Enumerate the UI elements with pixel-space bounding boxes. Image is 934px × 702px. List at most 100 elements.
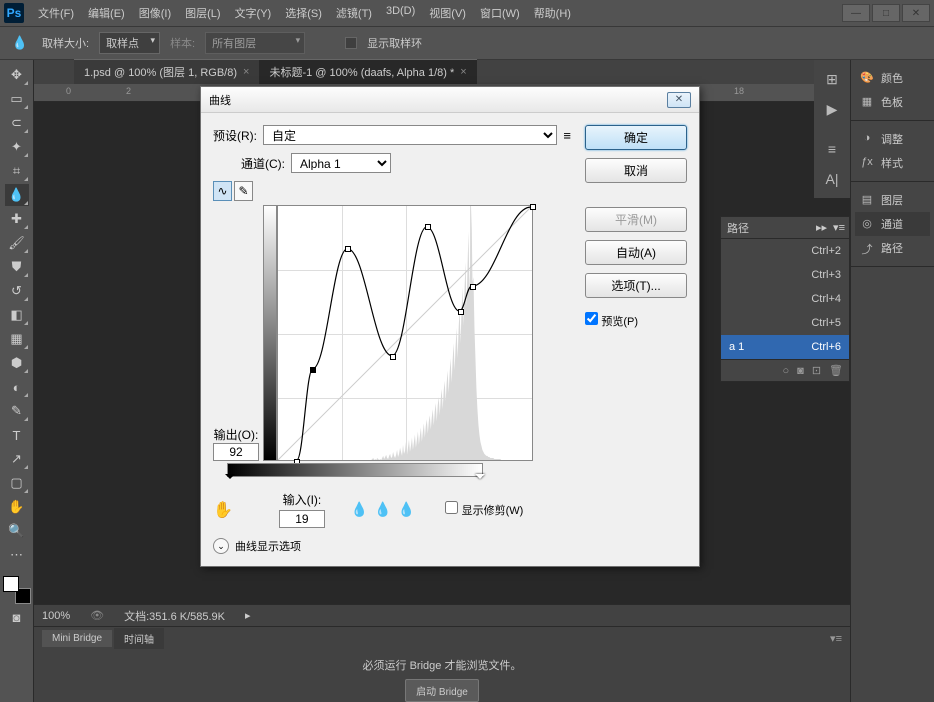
close-button[interactable]: ✕ xyxy=(902,4,930,22)
curve-point[interactable] xyxy=(390,354,396,360)
history-brush-tool[interactable]: ↺ xyxy=(5,280,29,302)
stamp-tool[interactable]: ⛊ xyxy=(5,256,29,278)
pen-tool[interactable]: ✎ xyxy=(5,400,29,422)
zoom-tool[interactable]: 🔍 xyxy=(5,520,29,542)
arrow-icon[interactable]: ▸ xyxy=(245,609,251,622)
tab-minibridge[interactable]: Mini Bridge xyxy=(42,630,112,647)
launch-bridge-button[interactable]: 启动 Bridge xyxy=(405,679,479,702)
zoom-value[interactable]: 100% xyxy=(42,610,70,622)
type-tool[interactable]: T xyxy=(5,424,29,446)
channel-row[interactable]: Ctrl+3 xyxy=(721,263,849,287)
panel-color[interactable]: 🎨颜色 xyxy=(855,66,930,90)
shape-tool[interactable]: ▢ xyxy=(5,472,29,494)
save-selection-icon[interactable]: ◙ xyxy=(797,365,804,377)
panel-menu-icon[interactable]: ▾≡ xyxy=(830,632,850,645)
horizontal-gradient[interactable] xyxy=(227,463,483,477)
panel-paths[interactable]: ⤴路径 xyxy=(855,236,930,260)
show-clip-checkbox[interactable] xyxy=(445,501,458,514)
curve-point[interactable] xyxy=(310,367,316,373)
hand-icon[interactable]: ✋ xyxy=(213,500,233,520)
minimize-button[interactable]: — xyxy=(842,4,870,22)
eraser-tool[interactable]: ◧ xyxy=(5,304,29,326)
quickmask-tool[interactable]: ◙ xyxy=(5,606,29,628)
menu-edit[interactable]: 编辑(E) xyxy=(82,1,131,25)
channel-row[interactable]: Ctrl+4 xyxy=(721,287,849,311)
curve-point-mode[interactable]: ∿ xyxy=(213,181,232,201)
menu-filter[interactable]: 滤镜(T) xyxy=(330,1,378,25)
wand-tool[interactable]: ✦ xyxy=(5,136,29,158)
new-channel-icon[interactable]: ⊡ xyxy=(812,364,821,377)
menu-window[interactable]: 窗口(W) xyxy=(474,1,526,25)
input-input[interactable] xyxy=(279,510,325,528)
navigator-icon[interactable]: ▶ xyxy=(821,98,843,120)
channel-row[interactable]: Ctrl+2 xyxy=(721,239,849,263)
gradient-tool[interactable]: ▦ xyxy=(5,328,29,350)
preset-select[interactable]: 自定 xyxy=(263,125,557,145)
channel-select[interactable]: Alpha 1 xyxy=(291,153,391,173)
brush-tool[interactable]: 🖌 xyxy=(5,232,29,254)
curve-point[interactable] xyxy=(345,246,351,252)
marquee-tool[interactable]: ▭ xyxy=(5,88,29,110)
menu-3d[interactable]: 3D(D) xyxy=(380,1,421,25)
curve-graph[interactable] xyxy=(277,205,533,461)
close-icon[interactable]: × xyxy=(243,66,249,78)
white-point-slider[interactable] xyxy=(475,474,485,484)
channel-row[interactable]: Ctrl+5 xyxy=(721,311,849,335)
hand-tool[interactable]: ✋ xyxy=(5,496,29,518)
show-clip-label[interactable]: 显示修剪(W) xyxy=(445,501,523,518)
menu-layer[interactable]: 图层(L) xyxy=(179,1,226,25)
panel-menu-icon[interactable]: ▾≡ xyxy=(833,221,845,234)
tab-timeline[interactable]: 时间轴 xyxy=(114,628,164,649)
curve-point[interactable] xyxy=(458,309,464,315)
black-eyedropper-icon[interactable]: 💧 xyxy=(351,501,368,518)
close-icon[interactable]: × xyxy=(460,66,466,78)
panel-styles[interactable]: ƒx样式 xyxy=(855,151,930,175)
char-icon[interactable]: A| xyxy=(821,168,843,190)
panel-channels[interactable]: ◎通道 xyxy=(855,212,930,236)
preview-label[interactable]: 预览(P) xyxy=(585,312,687,329)
menu-image[interactable]: 图像(I) xyxy=(133,1,177,25)
dialog-close-button[interactable]: ✕ xyxy=(667,92,691,108)
load-selection-icon[interactable]: ○ xyxy=(783,365,790,377)
menu-view[interactable]: 视图(V) xyxy=(423,1,472,25)
preset-menu-icon[interactable]: ≡ xyxy=(563,128,571,143)
chevron-icon[interactable]: ▸▸ xyxy=(816,221,827,234)
black-point-slider[interactable] xyxy=(225,474,235,484)
panel-layers[interactable]: ▤图层 xyxy=(855,188,930,212)
maximize-button[interactable]: □ xyxy=(872,4,900,22)
path-header[interactable]: 路径 xyxy=(727,220,749,236)
menu-type[interactable]: 文字(Y) xyxy=(229,1,278,25)
curve-point[interactable] xyxy=(470,284,476,290)
output-input[interactable] xyxy=(213,443,259,461)
curve-draw-mode[interactable]: ✎ xyxy=(234,181,253,201)
heal-tool[interactable]: ✚ xyxy=(5,208,29,230)
foreground-swatch[interactable] xyxy=(3,576,19,592)
panel-swatches[interactable]: ▦色板 xyxy=(855,90,930,114)
options-button[interactable]: 选项(T)... xyxy=(585,273,687,298)
curve-point[interactable] xyxy=(425,224,431,230)
panel-adjust[interactable]: ◑调整 xyxy=(855,127,930,151)
menu-select[interactable]: 选择(S) xyxy=(279,1,328,25)
histogram-icon[interactable]: ⊞ xyxy=(821,68,843,90)
auto-button[interactable]: 自动(A) xyxy=(585,240,687,265)
cancel-button[interactable]: 取消 xyxy=(585,158,687,183)
preview-checkbox[interactable] xyxy=(585,312,598,325)
info-icon[interactable]: ≡ xyxy=(821,138,843,160)
gray-eyedropper-icon[interactable]: 💧 xyxy=(374,501,391,518)
dodge-tool[interactable]: ◐ xyxy=(5,376,29,398)
show-ring-checkbox[interactable] xyxy=(345,37,357,49)
sample-size-dropdown[interactable]: 取样点 xyxy=(99,32,160,54)
menu-help[interactable]: 帮助(H) xyxy=(528,1,577,25)
menu-file[interactable]: 文件(F) xyxy=(32,1,80,25)
curve-point[interactable] xyxy=(530,204,536,210)
eye-icon[interactable]: 👁 xyxy=(90,609,104,622)
doc-tab-2[interactable]: 未标题-1 @ 100% (daafs, Alpha 1/8) *× xyxy=(259,59,476,84)
path-tool[interactable]: ↗ xyxy=(5,448,29,470)
eyedropper-tool[interactable]: 💧 xyxy=(5,184,29,206)
doc-info[interactable]: 文档:351.6 K/585.9K xyxy=(124,608,225,624)
crop-tool[interactable]: ⌗ xyxy=(5,160,29,182)
move-tool[interactable]: ✥ xyxy=(5,64,29,86)
ok-button[interactable]: 确定 xyxy=(585,125,687,150)
delete-channel-icon[interactable]: 🗑 xyxy=(829,364,843,377)
color-swatches[interactable] xyxy=(3,576,31,604)
